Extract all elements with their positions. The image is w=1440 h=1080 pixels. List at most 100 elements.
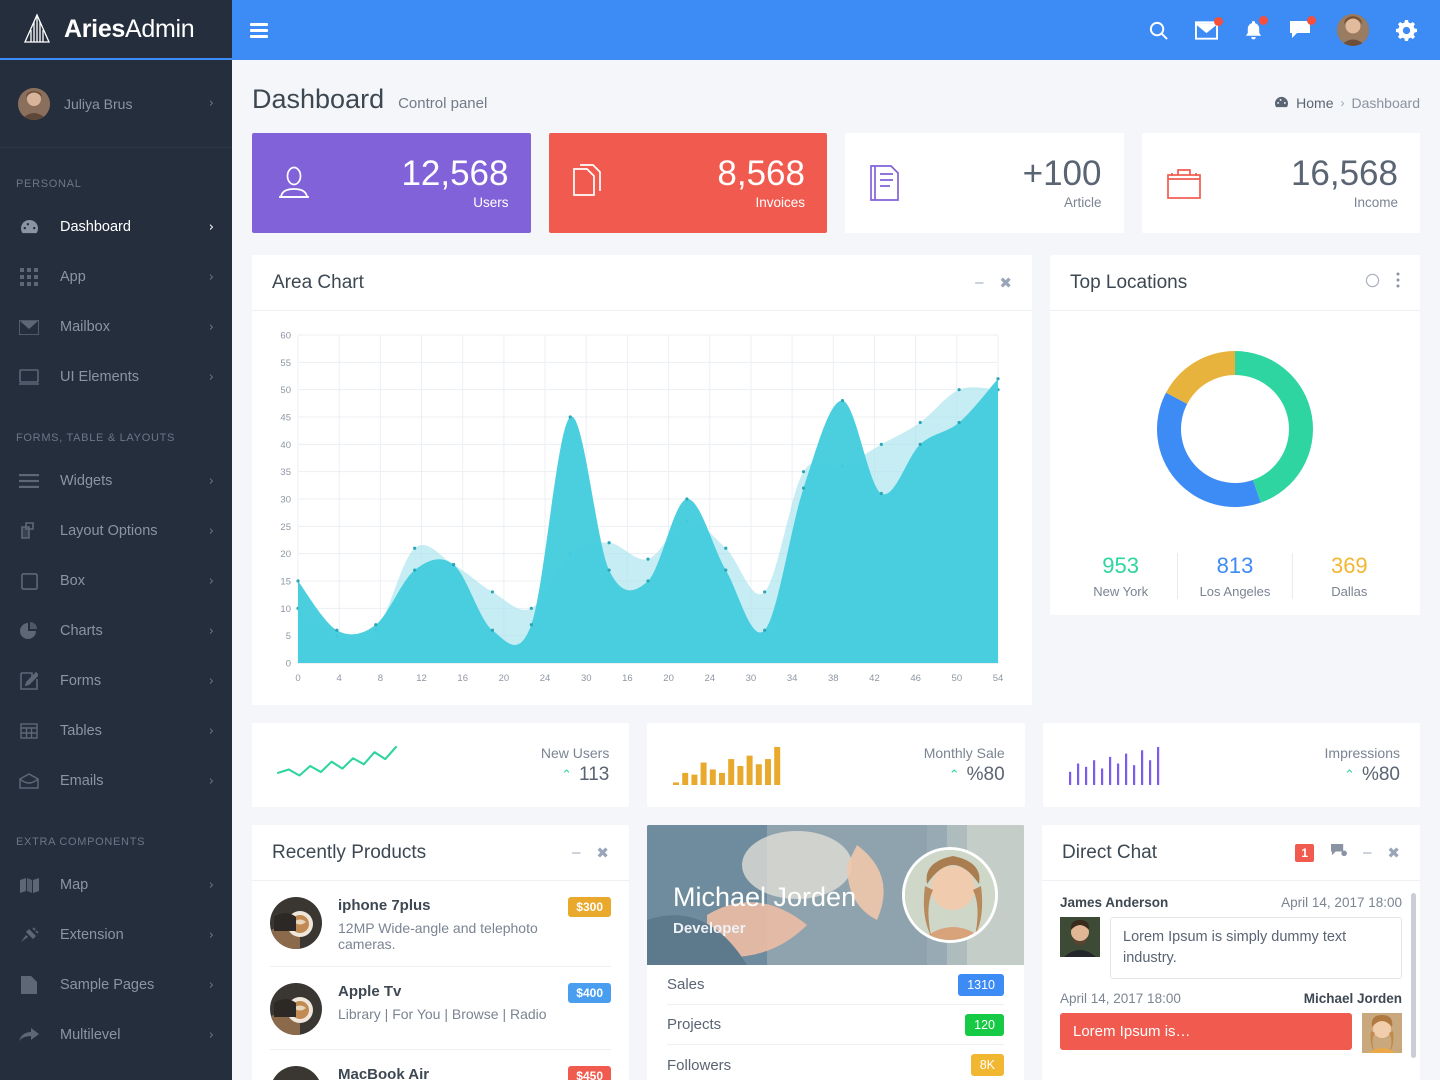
direct-chat-header: Direct Chat 1 – ✖	[1042, 825, 1420, 881]
sparkline-card-new-users[interactable]: New Users ⌃ 113	[252, 723, 630, 807]
sidebar-item-label: Dashboard	[60, 219, 131, 235]
sidebar-item-multilevel[interactable]: Multilevel ›	[0, 1010, 232, 1060]
svg-text:5: 5	[286, 631, 291, 642]
stat-card-users[interactable]: 12,568 Users	[252, 133, 531, 233]
sparkline-graphic	[1068, 747, 1159, 785]
plug-icon	[16, 924, 42, 946]
sparkline-card-impressions[interactable]: Impressions ⌃ %80	[1042, 723, 1420, 807]
close-icon[interactable]: ✖	[1387, 844, 1400, 862]
product-thumbnail	[270, 1066, 322, 1080]
charts-row: Area Chart – ✖ 0 5 10 15 20 25 30 35 40 45 50 55 60 0…	[252, 255, 1420, 705]
topbar-avatar[interactable]	[1337, 14, 1369, 46]
recently-products-panel: Recently Products – ✖ iphone 7plus 12MP W…	[252, 825, 629, 1080]
breadcrumb-home[interactable]: Home	[1296, 95, 1333, 111]
hamburger-icon[interactable]	[250, 22, 268, 38]
sidebar-item-sample-pages[interactable]: Sample Pages ›	[0, 960, 232, 1010]
chat-icon[interactable]	[1289, 16, 1316, 40]
chat-icon[interactable]	[1330, 843, 1348, 863]
svg-text:35: 35	[280, 467, 291, 478]
chevron-right-icon: ›	[208, 219, 214, 235]
svg-text:34: 34	[787, 673, 798, 684]
nav-section-label: PERSONAL	[16, 178, 82, 190]
product-price-badge: $450	[568, 1066, 611, 1080]
chevron-right-icon: ›	[208, 773, 214, 789]
svg-text:60: 60	[280, 331, 291, 342]
stat-values: +100 Article	[913, 155, 1102, 210]
sidebar-item-tables[interactable]: Tables ›	[0, 706, 232, 756]
trend-up-icon: ⌃	[561, 766, 573, 782]
chat-scrollbar[interactable]	[1411, 893, 1416, 1058]
sidebar-item-ui-elements[interactable]: UI Elements ›	[0, 352, 232, 402]
sparkline-value: %80	[1361, 763, 1400, 785]
stat-values: 16,568 Income	[1210, 155, 1398, 210]
profile-card: Michael Jorden Developer Sales 1310 Proj…	[647, 825, 1024, 1080]
minimize-icon[interactable]: –	[572, 844, 580, 861]
circle-icon[interactable]	[1365, 273, 1380, 293]
sidebar-item-label: Box	[60, 573, 85, 589]
product-item[interactable]: Apple Tv Library | For You | Browse | Rad…	[270, 967, 611, 1050]
gear-icon[interactable]	[1395, 19, 1418, 42]
map-icon	[16, 874, 42, 896]
stat-card-invoices[interactable]: 8,568 Invoices	[548, 133, 827, 233]
minimize-icon[interactable]: –	[975, 274, 983, 291]
bars-icon	[16, 470, 42, 492]
nav-section-label: FORMS, TABLE & LAYOUTS	[16, 432, 176, 444]
product-name: MacBook Air	[338, 1066, 430, 1080]
chevron-right-icon: ›	[208, 673, 214, 689]
svg-text:24: 24	[540, 673, 551, 684]
location-stats: 953 New York 813 Los Angeles 369 Dallas	[1050, 553, 1420, 599]
minimize-icon[interactable]: –	[1363, 844, 1371, 861]
location-value: 369	[1330, 553, 1368, 578]
sidebar-item-map[interactable]: Map ›	[0, 860, 232, 910]
chevron-right-icon: ›	[208, 977, 214, 993]
top-locations-tools	[1365, 272, 1400, 293]
stat-label: Income	[1353, 194, 1398, 210]
brand-logo-block[interactable]: AriesAdmin	[0, 0, 232, 60]
close-icon[interactable]: ✖	[999, 274, 1012, 292]
stat-card-income[interactable]: 16,568 Income	[1141, 133, 1420, 233]
sidebar-item-dashboard[interactable]: Dashboard ›	[0, 202, 232, 252]
location-label: New York	[1093, 584, 1149, 599]
sidebar-item-label: App	[60, 269, 86, 285]
sidebar-item-mailbox[interactable]: Mailbox ›	[0, 302, 232, 352]
svg-text:50: 50	[952, 673, 963, 684]
product-item[interactable]: iphone 7plus 12MP Wide-angle and telephot…	[270, 881, 611, 967]
sidebar-item-app[interactable]: App ›	[0, 252, 232, 302]
sidebar-item-emails[interactable]: Emails ›	[0, 756, 232, 806]
sidebar-item-charts[interactable]: Charts ›	[0, 606, 232, 656]
sidebar-item-forms[interactable]: Forms ›	[0, 656, 232, 706]
chevron-right-icon: ›	[208, 573, 214, 589]
bell-icon[interactable]	[1244, 15, 1268, 41]
direct-chat-tools: 1 – ✖	[1295, 843, 1400, 863]
trend-up-icon: ⌃	[1344, 766, 1355, 782]
svg-text:25: 25	[280, 522, 291, 533]
chat-author: James Anderson	[1060, 895, 1169, 910]
close-icon[interactable]: ✖	[596, 844, 609, 862]
bell-badge	[1259, 15, 1268, 25]
sparkline-card-monthly-sale[interactable]: Monthly Sale ⌃ %80	[647, 723, 1025, 807]
product-item[interactable]: MacBook Air $450	[270, 1050, 611, 1080]
sidebar-user[interactable]: Juliya Brus ›	[0, 60, 232, 148]
mail-icon[interactable]	[1195, 16, 1223, 40]
sidebar-item-widgets[interactable]: Widgets ›	[0, 456, 232, 506]
svg-text:54: 54	[993, 673, 1004, 684]
aries-logo-icon	[23, 13, 51, 43]
stat-card-article[interactable]: +100 Article	[845, 133, 1124, 233]
top-locations-title: Top Locations	[1070, 271, 1188, 293]
sidebar-item-layout-options[interactable]: Layout Options ›	[0, 506, 232, 556]
sidebar-item-box[interactable]: Box ›	[0, 556, 232, 606]
ellipsis-vertical-icon[interactable]	[1396, 272, 1400, 293]
search-icon[interactable]	[1148, 20, 1169, 41]
sidebar-item-label: Tables	[60, 723, 102, 739]
mail-badge	[1214, 16, 1223, 26]
sidebar-item-label: Emails	[60, 773, 104, 789]
sparkline-values: New Users ⌃ 113	[402, 745, 609, 786]
product-thumbnail	[270, 897, 322, 949]
chat-avatar	[1060, 917, 1100, 957]
stat-value: 8,568	[717, 154, 805, 194]
svg-text:24: 24	[704, 673, 715, 684]
stat-values: 12,568 Users	[320, 155, 508, 210]
sidebar-item-extension[interactable]: Extension ›	[0, 910, 232, 960]
location-stat-new-york: 953 New York	[1064, 553, 1179, 599]
documents-icon	[571, 163, 617, 203]
